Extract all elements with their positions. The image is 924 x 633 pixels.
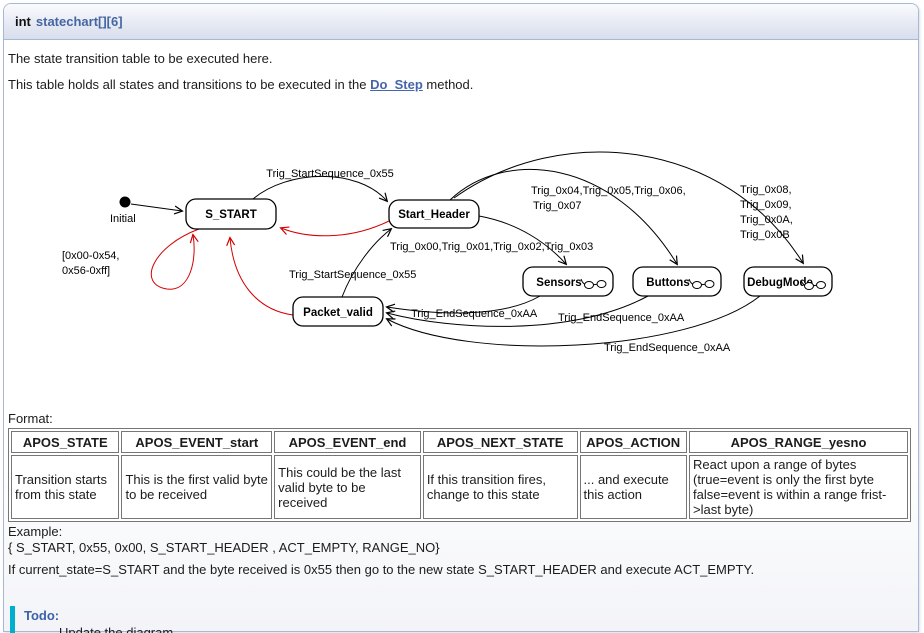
member-name: statechart[][6] <box>36 14 123 29</box>
detail-text-before: This table holds all states and transiti… <box>8 77 370 92</box>
example-explanation: If current_state=S_START and the byte re… <box>8 562 754 577</box>
col-header-apos-action: APOS_ACTION <box>580 431 687 453</box>
do-step-link[interactable]: Do_Step <box>370 77 423 92</box>
cell-apos-range-yesno: React upon a range of bytes (true=event … <box>689 455 908 519</box>
cell-apos-event-end: This could be the last valid byte to be … <box>274 455 421 519</box>
doxygen-member-page: int statechart[][6] The state transition … <box>0 0 924 633</box>
brief-description: The state transition table to be execute… <box>8 51 273 66</box>
cell-apos-event-start: This is the first valid byte to be recei… <box>121 455 272 519</box>
col-header-apos-range-yesno: APOS_RANGE_yesno <box>689 431 908 453</box>
cell-apos-next-state: If this transition fires, change to this… <box>423 455 578 519</box>
format-table-body-row: Transition starts from this state This i… <box>11 455 908 519</box>
member-item-box: int statechart[][6] <box>3 3 919 632</box>
col-header-apos-event-end: APOS_EVENT_end <box>274 431 421 453</box>
col-header-apos-event-start: APOS_EVENT_start <box>121 431 272 453</box>
member-prototype-header: int statechart[][6] <box>4 4 918 40</box>
cell-apos-state: Transition starts from this state <box>11 455 119 519</box>
format-label: Format: <box>8 411 53 426</box>
type-keyword: int <box>15 14 31 29</box>
example-tuple: { S_START, 0x55, 0x00, S_START_HEADER , … <box>8 540 440 555</box>
format-table-header-row: APOS_STATE APOS_EVENT_start APOS_EVENT_e… <box>11 431 908 453</box>
todo-label: Todo: <box>24 608 904 623</box>
todo-text: Update the diagram <box>59 625 904 633</box>
col-header-apos-state: APOS_STATE <box>11 431 119 453</box>
detail-description: This table holds all states and transiti… <box>8 77 473 92</box>
cell-apos-action: ... and execute this action <box>580 455 687 519</box>
detail-text-after: method. <box>423 77 474 92</box>
example-label: Example: <box>8 524 62 539</box>
format-table: APOS_STATE APOS_EVENT_start APOS_EVENT_e… <box>8 428 911 522</box>
col-header-apos-next-state: APOS_NEXT_STATE <box>423 431 578 453</box>
todo-block: Todo: Update the diagram <box>10 606 904 633</box>
